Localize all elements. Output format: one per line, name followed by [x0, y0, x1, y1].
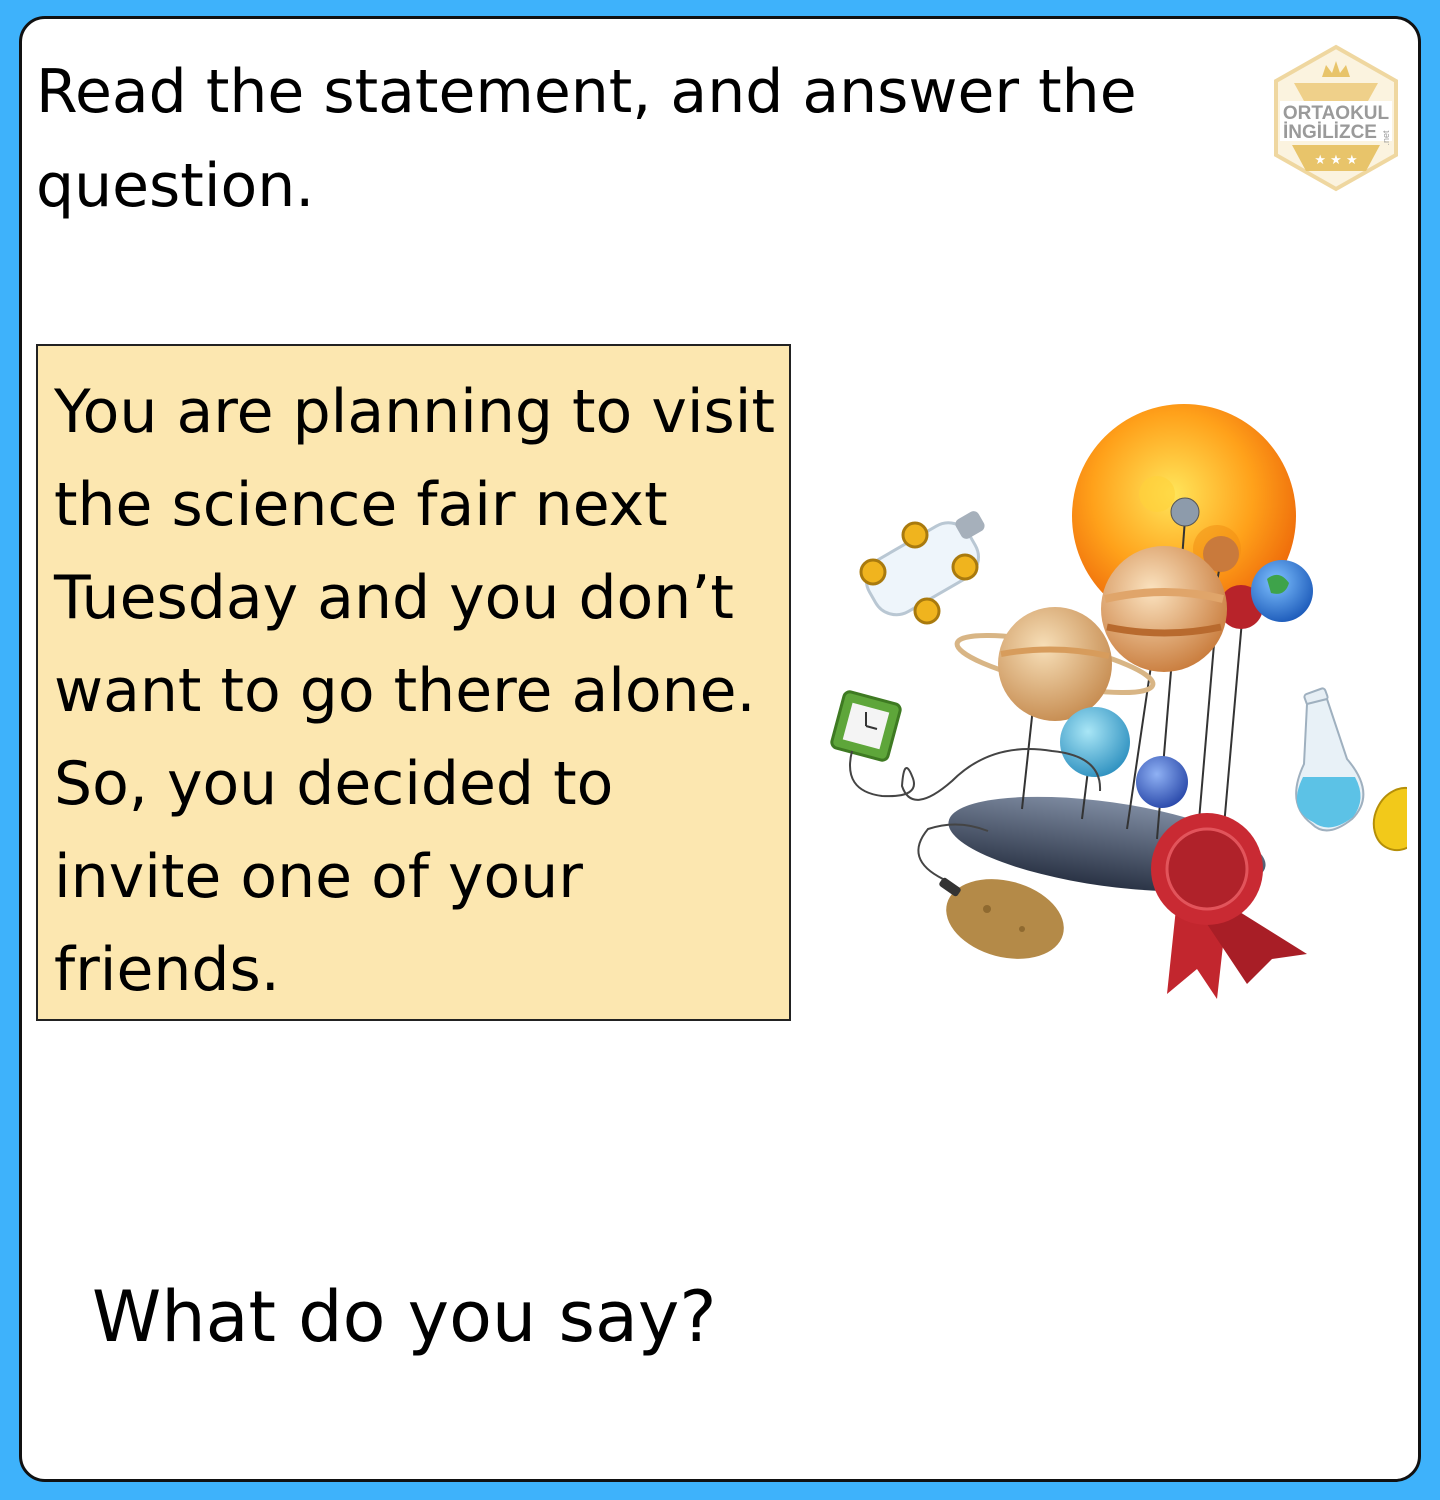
- site-logo: ORTAOKUL İNGİLİZCE .net ★ ★ ★: [1274, 44, 1398, 192]
- instruction-text: Read the statement, and answer the quest…: [36, 57, 1137, 221]
- logo-suffix: .net: [1381, 130, 1391, 146]
- science-fair-illustration: [830, 404, 1407, 999]
- logo-line2: İNGİLİZCE: [1283, 122, 1377, 143]
- bottle-car-icon: [859, 511, 985, 625]
- statement-box: You are planning to visit the science fa…: [36, 344, 791, 1021]
- award-ribbon-icon: [1151, 813, 1307, 999]
- logo-line1: ORTAOKUL: [1283, 103, 1390, 124]
- stars-icon: ★ ★ ★: [1314, 153, 1357, 168]
- question-text: What do you say?: [92, 1276, 717, 1358]
- flask-icon: [1295, 687, 1365, 832]
- statement-text: You are planning to visit the science fa…: [54, 377, 775, 1005]
- lemon-icon: [1372, 786, 1407, 852]
- worksheet-card: Read the statement, and answer the quest…: [19, 16, 1421, 1482]
